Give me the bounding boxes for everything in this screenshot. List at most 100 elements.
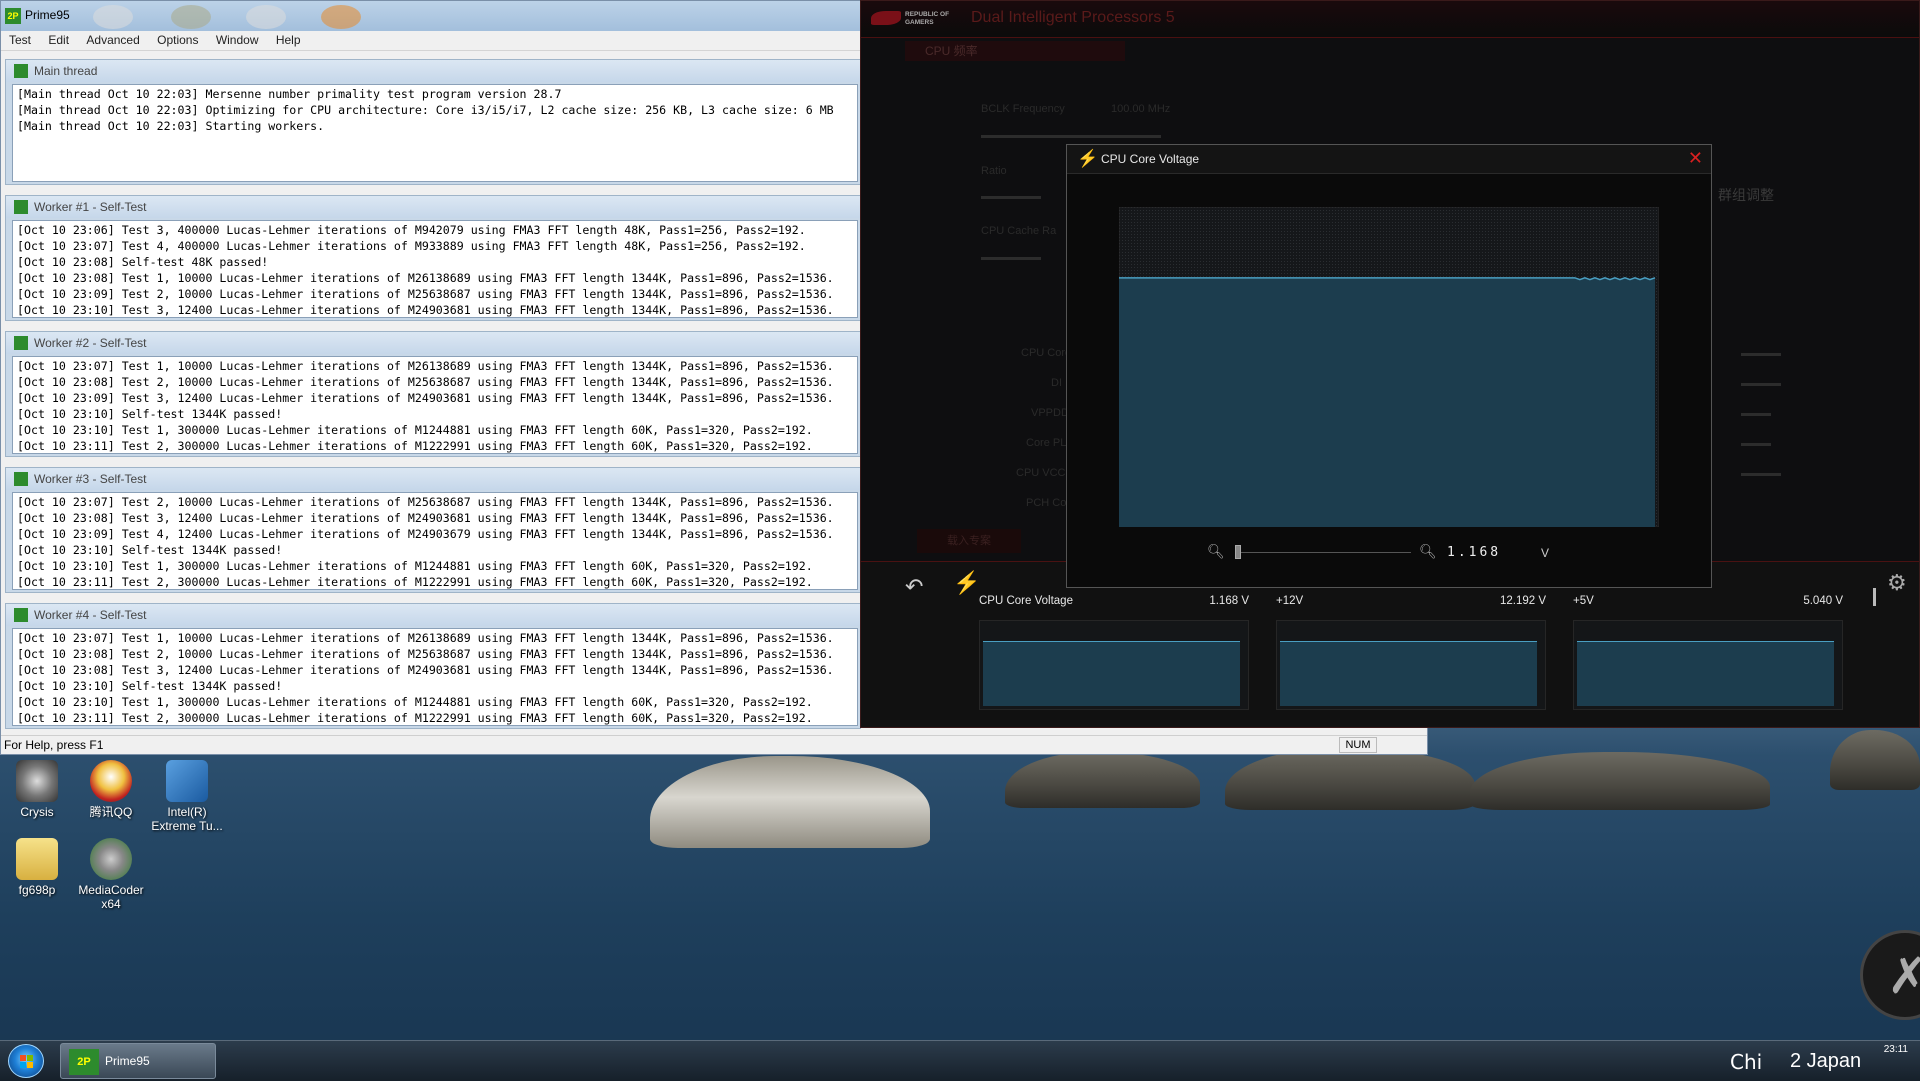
voltage-row-slider[interactable]	[1741, 473, 1781, 476]
voltage-chart	[1118, 206, 1660, 528]
log-line: [Oct 10 23:08] Test 1, 10000 Lucas-Lehme…	[17, 271, 834, 285]
log-line: [Oct 10 23:10] Test 3, 12400 Lucas-Lehme…	[17, 303, 834, 317]
monitor-sparkline	[1573, 620, 1843, 710]
num-lock-indicator: NUM	[1339, 737, 1377, 753]
bolt-icon[interactable]: ⚡	[953, 570, 980, 596]
rock-island	[1830, 730, 1920, 790]
mdi-main-thread[interactable]: Main thread [Main thread Oct 10 22:03] M…	[5, 59, 861, 185]
desktop-icon-label: 腾讯QQ	[89, 805, 133, 819]
mdi-title-text: Worker #3 - Self-Test	[34, 472, 147, 486]
ime-indicator[interactable]: Chi	[1730, 1050, 1762, 1074]
menu-options[interactable]: Options	[149, 31, 204, 47]
zoom-out-icon[interactable]: 🔍︎	[1207, 543, 1225, 560]
log-line: [Oct 10 23:11] Test 2, 300000 Lucas-Lehm…	[17, 575, 813, 589]
mdi-worker-2[interactable]: Worker #2 - Self-Test [Oct 10 23:07] Tes…	[5, 331, 861, 457]
bclk-slider[interactable]	[981, 135, 1161, 138]
mdi-worker-1[interactable]: Worker #1 - Self-Test [Oct 10 23:06] Tes…	[5, 195, 861, 321]
menu-window[interactable]: Window	[208, 31, 265, 47]
log-line: [Oct 10 23:07] Test 2, 10000 Lucas-Lehme…	[17, 495, 834, 509]
menu-edit[interactable]: Edit	[40, 31, 75, 47]
mdi-title[interactable]: Worker #2 - Self-Test	[6, 332, 860, 354]
mdi-title[interactable]: Worker #3 - Self-Test	[6, 468, 860, 490]
desktop-icon-crysis[interactable]: Crysis	[0, 760, 74, 819]
mdi-title[interactable]: Worker #4 - Self-Test	[6, 604, 860, 626]
desktop-icon-intel-xtu[interactable]: Intel(R) Extreme Tu...	[150, 760, 224, 833]
menu-advanced[interactable]: Advanced	[78, 31, 145, 47]
zoom-slider-thumb[interactable]	[1235, 545, 1241, 559]
tray-text[interactable]: 2 Japan	[1790, 1050, 1861, 1073]
folder-icon	[16, 838, 58, 880]
log-view[interactable]: [Oct 10 23:07] Test 2, 10000 Lucas-Lehme…	[12, 492, 858, 590]
monitor-value: 12.192 V	[1499, 595, 1546, 607]
zoom-in-icon[interactable]: 🔍︎	[1419, 543, 1437, 560]
background-thumb	[321, 5, 361, 29]
desktop-icon-qq[interactable]: 腾讯QQ	[74, 760, 148, 819]
mdi-title-text: Worker #2 - Self-Test	[34, 336, 147, 350]
prime95-child-icon	[14, 200, 28, 214]
ratio-slider[interactable]	[981, 196, 1041, 199]
rock-island	[1225, 748, 1475, 810]
voltage-unit: V	[1541, 546, 1550, 560]
mdi-title[interactable]: Main thread	[6, 60, 860, 82]
rock-island	[650, 756, 930, 848]
qq-icon	[90, 760, 132, 802]
mdi-title[interactable]: Worker #1 - Self-Test	[6, 196, 860, 218]
zoom-controls: 🔍︎ 🔍︎ 1.168 V	[1207, 543, 1627, 563]
voltage-area	[1119, 277, 1655, 527]
desktop-icon-mediacoder[interactable]: MediaCoder x64	[74, 838, 148, 911]
rog-logo: REPUBLIC OF GAMERS	[871, 9, 963, 29]
bclk-label: BCLK Frequency	[981, 103, 1065, 115]
log-line: [Main thread Oct 10 22:03] Mersenne numb…	[17, 87, 562, 101]
clock[interactable]: 23:11	[1884, 1044, 1908, 1055]
menu-help[interactable]: Help	[268, 31, 307, 47]
voltage-row-label: CPU VCCI	[1016, 467, 1069, 479]
log-line: [Oct 10 23:08] Test 2, 10000 Lucas-Lehme…	[17, 375, 834, 389]
window-title: Prime95	[25, 8, 70, 22]
monitor-value: 1.168 V	[1209, 595, 1249, 607]
load-profile-button[interactable]: 载入专案	[917, 529, 1021, 553]
undo-icon[interactable]: ↶	[905, 574, 923, 600]
background-thumb	[171, 5, 211, 29]
log-view[interactable]: [Main thread Oct 10 22:03] Mersenne numb…	[12, 84, 858, 182]
log-line: [Oct 10 23:07] Test 4, 400000 Lucas-Lehm…	[17, 239, 806, 253]
ratio-label: Ratio	[981, 165, 1007, 177]
dialog-title: CPU Core Voltage	[1101, 152, 1200, 166]
monitor-scrollbar[interactable]	[1873, 588, 1876, 606]
windows-flag-icon	[20, 1055, 33, 1068]
voltage-row-slider[interactable]	[1741, 413, 1771, 416]
tab-cpu-frequency[interactable]: CPU 频率	[905, 41, 1125, 61]
rog-eye-icon	[871, 11, 901, 25]
start-button[interactable]	[8, 1044, 44, 1078]
voltage-row-slider[interactable]	[1741, 443, 1771, 446]
mdi-title-text: Main thread	[34, 64, 98, 78]
dialog-titlebar[interactable]: ⚡ CPU Core Voltage ✕	[1067, 145, 1711, 174]
mdi-worker-4[interactable]: Worker #4 - Self-Test [Oct 10 23:07] Tes…	[5, 603, 861, 729]
mdi-worker-3[interactable]: Worker #3 - Self-Test [Oct 10 23:07] Tes…	[5, 467, 861, 593]
log-line: [Oct 10 23:08] Test 3, 12400 Lucas-Lehme…	[17, 663, 834, 677]
status-bar: For Help, press F1 NUM	[1, 735, 1427, 754]
desktop-icon-label: Intel(R) Extreme Tu...	[151, 805, 223, 833]
log-view[interactable]: [Oct 10 23:07] Test 1, 10000 Lucas-Lehme…	[12, 356, 858, 454]
voltage-readout: 1.168	[1447, 545, 1502, 560]
voltage-row-label: DI	[1051, 377, 1062, 389]
taskbar-item-prime95[interactable]: 2P Prime95	[60, 1043, 216, 1079]
menu-test[interactable]: Test	[1, 31, 37, 47]
mdi-title-text: Worker #1 - Self-Test	[34, 200, 147, 214]
desktop-icon-label: fg698p	[18, 883, 56, 897]
group-adjust-label: 群组调整	[1718, 187, 1774, 203]
cache-label: CPU Cache Ra	[981, 225, 1057, 237]
voltage-row-slider[interactable]	[1741, 353, 1781, 356]
log-view[interactable]: [Oct 10 23:06] Test 3, 400000 Lucas-Lehm…	[12, 220, 858, 318]
voltage-row-slider[interactable]	[1741, 383, 1781, 386]
cache-slider[interactable]	[981, 257, 1041, 260]
ai-suite-titlebar[interactable]: REPUBLIC OF GAMERS Dual Intelligent Proc…	[861, 1, 1919, 38]
desktop-icon-folder[interactable]: fg698p	[0, 838, 74, 897]
log-line: [Main thread Oct 10 22:03] Optimizing fo…	[17, 103, 834, 117]
log-line: [Oct 10 23:10] Test 1, 300000 Lucas-Lehm…	[17, 423, 813, 437]
bclk-value: 100.00 MHz	[1111, 103, 1171, 115]
bolt-icon: ⚡	[1077, 149, 1099, 168]
close-icon[interactable]: ✕	[1688, 148, 1703, 168]
log-view[interactable]: [Oct 10 23:07] Test 1, 10000 Lucas-Lehme…	[12, 628, 858, 726]
gear-icon[interactable]: ⚙	[1887, 570, 1907, 596]
zoom-slider-track[interactable]	[1235, 552, 1411, 553]
